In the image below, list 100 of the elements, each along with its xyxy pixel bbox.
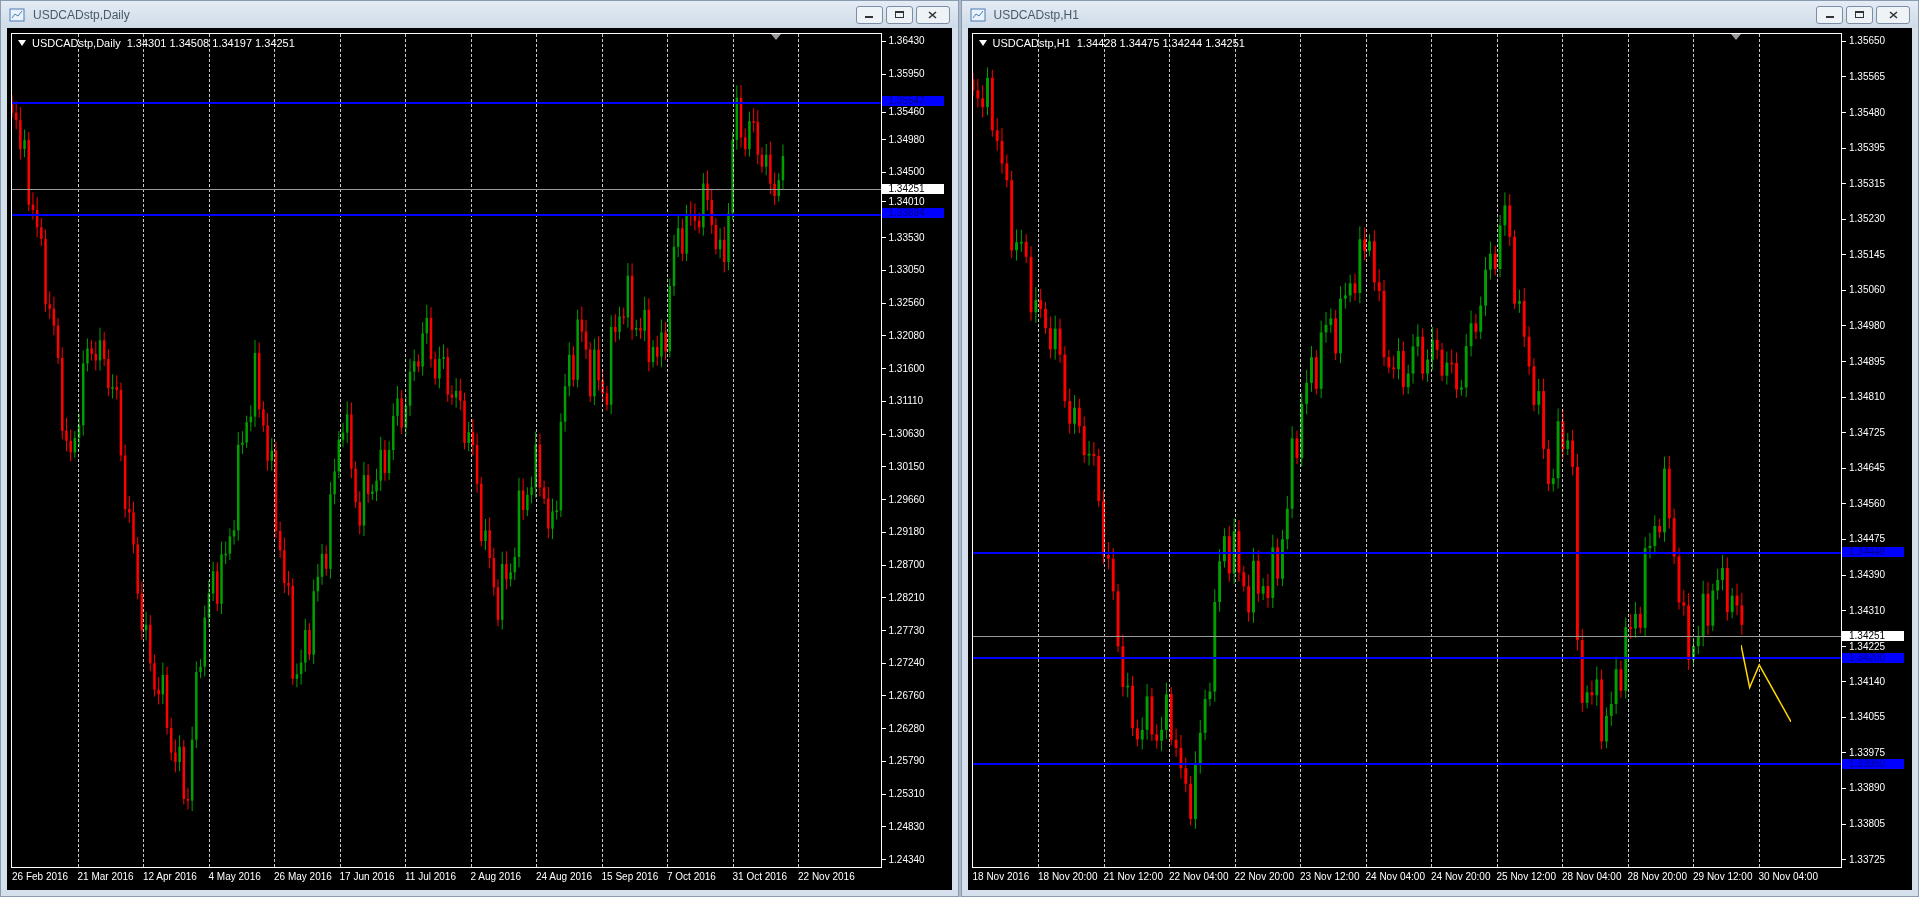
chart-symbol: USDCADstp,Daily [32,36,121,51]
time-axis-label: 26 May 2016 [274,871,332,882]
price-tick-label: 1.34725 [1849,427,1886,438]
price-tick-label: 1.26760 [888,691,925,701]
price-tick-label: 1.30150 [888,461,925,472]
restore-icon [894,11,904,18]
time-axis-label: 29 Nov 12:00 [1693,871,1753,882]
price-tick-label: 1.27240 [888,658,925,669]
time-axis-label: 24 Aug 2016 [536,871,593,882]
price-tick-label: 1.34500 [888,167,925,178]
time-axis-label: 4 May 2016 [208,871,261,882]
price-tick-label: 1.35145 [1849,249,1886,260]
price-tick-label: 1.34140 [1849,676,1886,687]
current-price-tag: 1.34251 [881,183,944,194]
price-tick-label: 1.24340 [888,854,925,865]
price-tick-label: 1.31110 [888,396,924,407]
price-tick-label: 1.33725 [1849,854,1886,865]
close-icon [928,10,937,19]
price-tick-label: 1.34560 [1849,498,1886,509]
price-tick-label: 1.35650 [1849,36,1886,47]
current-price-tag: 1.34251 [1842,631,1904,642]
price-tick-label: 1.34390 [1849,570,1886,580]
minimize-icon [1825,15,1834,18]
time-axis-label: 17 Jun 2016 [339,871,395,882]
ohlc-values: 1.34428 1.34475 1.34244 1.34251 [1076,36,1245,51]
time-axis-label: 21 Nov 12:00 [1103,871,1163,882]
price-tick-label: 1.31600 [888,363,925,374]
price-tick-label: 1.26280 [888,723,925,734]
price-tick-label: 1.34055 [1849,712,1886,723]
price-tick-label: 1.27730 [888,625,925,636]
price-tick-label: 1.35565 [1849,71,1886,82]
time-axis-label: 31 Oct 2016 [732,871,787,882]
time-axis-label: 23 Nov 12:00 [1300,871,1360,882]
price-tick-label: 1.29180 [888,527,925,538]
time-axis-label: 18 Nov 20:00 [1038,871,1098,882]
time-axis-label: 2 Aug 2016 [470,871,522,882]
price-tick-label: 1.35480 [1849,107,1886,118]
restore-button[interactable] [1846,5,1873,24]
price-tick-label: 1.36430 [888,36,925,47]
price-tick-label: 1.33530 [888,232,925,243]
price-tick-label: 1.32080 [888,330,925,341]
level-price-tag: 1.34200 [1842,652,1904,663]
time-axis-label: 28 Nov 04:00 [1562,871,1622,882]
time-axis-label: 24 Nov 04:00 [1365,871,1425,882]
time-axis-label: 22 Nov 2016 [798,871,855,882]
price-tick-label: 1.25790 [888,756,925,767]
time-axis-label: 24 Nov 20:00 [1431,871,1491,882]
chart-window-icon [9,7,25,22]
price-tick-label: 1.24830 [888,821,925,832]
price-tick-label: 1.34895 [1849,356,1886,367]
price-tick-label: 1.34475 [1849,534,1886,545]
price-tick-label: 1.34645 [1849,463,1886,474]
dropdown-triangle-icon[interactable] [978,40,987,47]
dropdown-triangle-icon[interactable] [18,40,26,47]
time-axis-label: 7 Oct 2016 [667,871,716,882]
price-tick-label: 1.34225 [1849,641,1886,652]
time-axis-label: 22 Nov 20:00 [1234,871,1294,882]
time-axis-label: 12 Apr 2016 [143,871,197,882]
price-tick-label: 1.29660 [888,494,925,505]
time-axis-label: 18 Nov 2016 [972,871,1030,882]
price-tick-label: 1.33890 [1849,783,1886,794]
minimize-button[interactable] [1816,5,1843,24]
price-tick-label: 1.30630 [888,429,925,440]
time-axis-label: 30 Nov 04:00 [1758,871,1818,882]
price-tick-label: 1.34810 [1849,392,1886,403]
time-axis-label: 11 Jul 2016 [405,871,456,882]
restore-icon [1855,11,1864,18]
level-price-tag: 1.33950 [1842,759,1904,769]
price-tick-label: 1.34980 [888,134,925,145]
time-axis-label: 28 Nov 20:00 [1627,871,1687,882]
time-axis-label: 15 Sep 2016 [601,871,659,882]
chart-shift-marker-icon[interactable] [1731,34,1741,40]
chart-window-icon [969,7,986,22]
price-tick-label: 1.28210 [888,592,925,603]
close-button[interactable] [915,5,950,24]
level-price-tag: 1.33894 [881,208,944,218]
window-title: USDCADstp,Daily [33,6,130,24]
time-axis-label: 26 Feb 2016 [12,871,69,882]
price-tick-label: 1.35950 [888,69,925,80]
price-tick-label: 1.35460 [888,107,925,118]
restore-button[interactable] [885,5,913,24]
chart-shift-marker-icon[interactable] [770,34,781,40]
time-axis-label: 22 Nov 04:00 [1169,871,1229,882]
ohlc-values: 1.34301 1.34508 1.34197 1.34251 [126,36,295,51]
price-tick-label: 1.35230 [1849,214,1886,225]
level-price-tag: 1.34449 [1842,546,1904,557]
window-title: USDCADstp,H1 [993,6,1079,24]
minimize-button[interactable] [855,5,883,24]
price-tick-label: 1.34010 [888,196,925,207]
time-axis-label: 21 Mar 2016 [77,871,134,882]
price-tick-label: 1.33975 [1849,747,1886,758]
zigzag-line[interactable] [1741,644,1792,723]
price-tick-label: 1.35315 [1849,178,1886,189]
minimize-icon [865,15,873,18]
close-button[interactable] [1876,5,1910,24]
level-price-tag: 1.35547 [881,96,944,107]
price-tick-label: 1.35395 [1849,143,1886,154]
price-tick-label: 1.34980 [1849,320,1886,331]
price-tick-label: 1.33805 [1849,819,1886,830]
price-tick-label: 1.32560 [888,298,925,309]
